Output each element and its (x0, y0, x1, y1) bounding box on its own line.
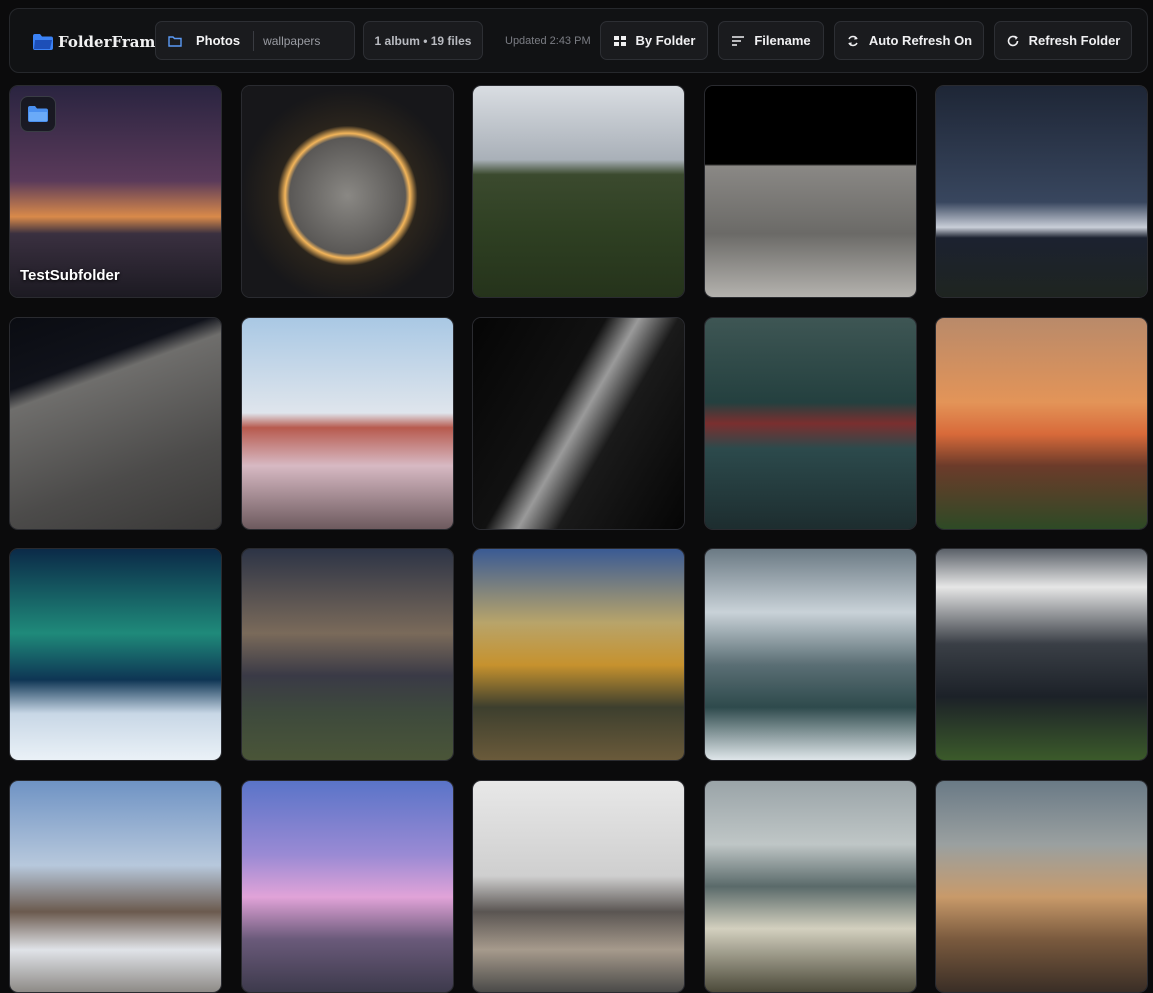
sync-icon (848, 35, 858, 46)
photo-tile[interactable] (241, 85, 454, 298)
thumbnail-image (242, 781, 453, 992)
thumbnail-image (473, 86, 684, 297)
sort-filename-button[interactable]: Filename (718, 21, 824, 60)
group-by-folder-button[interactable]: By Folder (600, 21, 708, 60)
group-by-folder-label: By Folder (635, 33, 696, 48)
photo-tile[interactable] (935, 780, 1148, 993)
top-toolbar: FolderFrame Photos wallpapers 1 album • … (9, 8, 1148, 73)
thumbnail-image (936, 549, 1147, 760)
sort-filename-label: Filename (754, 33, 811, 48)
photo-tile[interactable] (9, 780, 222, 993)
refresh-folder-label: Refresh Folder (1028, 33, 1121, 48)
thumbnail-image (242, 318, 453, 529)
thumbnail-image (10, 781, 221, 992)
photo-tile[interactable] (472, 548, 685, 761)
photo-tile[interactable] (704, 780, 917, 993)
breadcrumb[interactable]: Photos wallpapers (155, 21, 355, 60)
thumbnail-image (473, 549, 684, 760)
photo-tile[interactable] (935, 85, 1148, 298)
photo-tile[interactable] (241, 317, 454, 530)
thumbnail-image (242, 549, 453, 760)
photo-tile[interactable] (704, 85, 917, 298)
photo-tile[interactable] (935, 548, 1148, 761)
app-logo: FolderFrame (32, 31, 165, 53)
thumbnail-image (705, 318, 916, 529)
photo-tile[interactable] (935, 317, 1148, 530)
thumbnail-image (705, 549, 916, 760)
photo-tile[interactable] (241, 548, 454, 761)
refresh-icon (1007, 35, 1018, 46)
thumbnail-image (936, 86, 1147, 297)
folder-icon (168, 35, 182, 47)
item-count-badge: 1 album • 19 files (363, 21, 483, 60)
photo-tile[interactable] (9, 317, 222, 530)
photo-tile[interactable] (472, 85, 685, 298)
thumbnail-image (936, 318, 1147, 529)
refresh-folder-button[interactable]: Refresh Folder (994, 21, 1132, 60)
thumbnail-image (705, 86, 916, 297)
thumbnail-image (936, 781, 1147, 992)
thumbnail-image (705, 781, 916, 992)
photo-tile[interactable] (704, 548, 917, 761)
photo-tile[interactable] (472, 780, 685, 993)
folder-frame-logo-icon (33, 34, 53, 50)
photo-tile[interactable] (704, 317, 917, 530)
photo-tile[interactable] (9, 548, 222, 761)
thumbnail-image (242, 86, 453, 297)
breadcrumb-current[interactable]: wallpapers (254, 34, 320, 48)
folder-icon (20, 96, 56, 132)
auto-refresh-toggle[interactable]: Auto Refresh On (834, 21, 984, 60)
updated-timestamp: Updated 2:43 PM (505, 35, 591, 47)
thumbnail-image (10, 318, 221, 529)
grid-icon (613, 35, 626, 46)
photo-tile[interactable] (241, 780, 454, 993)
photo-tile[interactable] (472, 317, 685, 530)
folder-tile[interactable]: TestSubfolder (9, 85, 222, 298)
folder-name: TestSubfolder (20, 267, 120, 284)
thumbnail-image (473, 318, 684, 529)
breadcrumb-root[interactable]: Photos (196, 30, 255, 51)
thumbnail-image (10, 549, 221, 760)
thumbnail-image (473, 781, 684, 992)
sort-lines-icon (732, 35, 745, 46)
app-name: FolderFrame (58, 33, 165, 51)
auto-refresh-label: Auto Refresh On (868, 33, 973, 48)
